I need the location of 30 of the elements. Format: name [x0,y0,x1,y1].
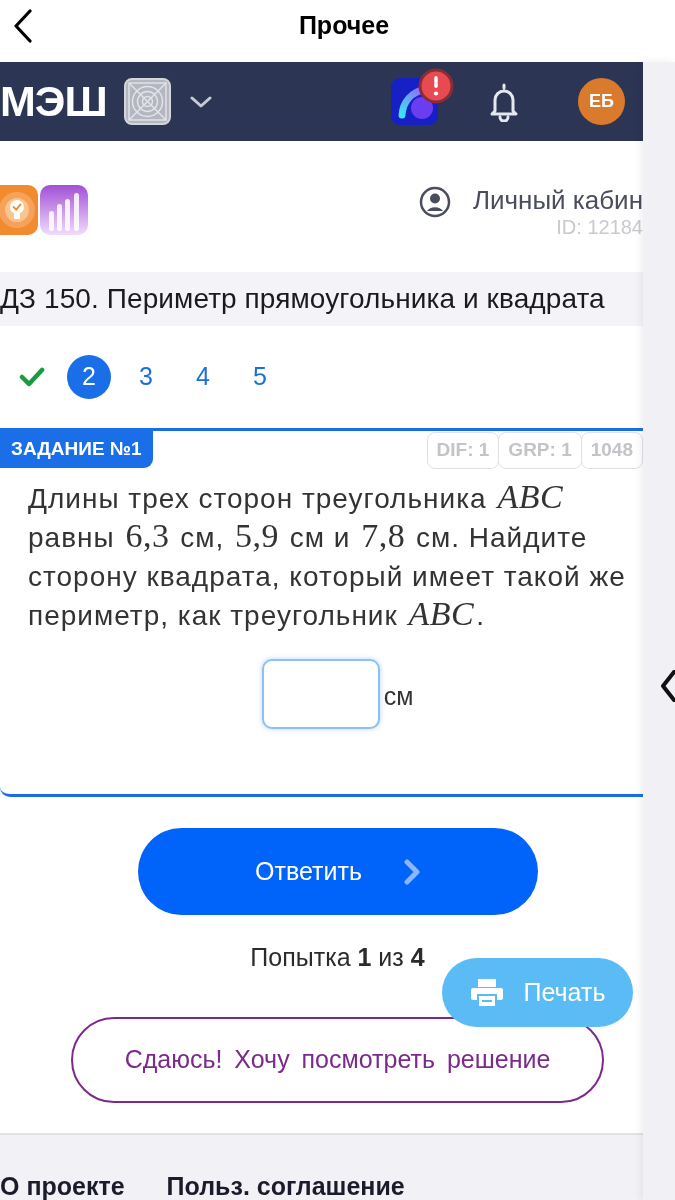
page-link[interactable]: 5 [238,355,282,399]
answer-field[interactable] [261,659,380,729]
task-label: ЗАДАНИЕ №1 [0,431,153,468]
task-tag: 1048 [580,432,643,469]
user-circle-icon [418,186,451,218]
question-text: Длины трех сторон треугольника ABC равны 6,3 см, 5,9 см и 7,8 см. Найдите сторону квадрата, который имеет такой же периметр, как треугольник ABC. [27,477,627,634]
chevron-down-icon[interactable] [189,95,212,108]
task-tag: DIF: 1 [426,432,500,469]
submit-button[interactable]: Ответить [137,828,538,915]
give-up-button[interactable]: Сдаюсь! Хочу посмотреть решение [71,1017,604,1103]
page-link[interactable]: 4 [181,355,225,399]
account-link[interactable]: Личный кабин [472,185,643,215]
logo-text[interactable]: МЭШ [0,80,107,123]
check-icon [19,367,45,387]
task-title: ДЗ 150. Периметр прямоугольника и квадрата [0,282,605,316]
page-link[interactable]: 2 [67,355,111,399]
unit-label: см [383,681,414,713]
chevron-right-icon [403,858,420,885]
printer-icon [469,977,504,1008]
footer-link[interactable]: Польз. соглашение [166,1173,405,1200]
task-tag: GRP: 1 [498,432,582,469]
square-emblem-icon [123,78,171,125]
back-icon[interactable] [13,9,33,43]
avatar[interactable]: ЕБ [578,78,625,125]
page-link[interactable]: 3 [124,355,168,399]
bar-chart-icon[interactable] [40,185,88,235]
chevron-left-icon[interactable] [660,670,675,702]
footer-link[interactable]: О проекте [0,1173,125,1200]
attempts-text: Попытка 1 из 4 [249,942,426,973]
page-title: Прочее [298,10,390,42]
